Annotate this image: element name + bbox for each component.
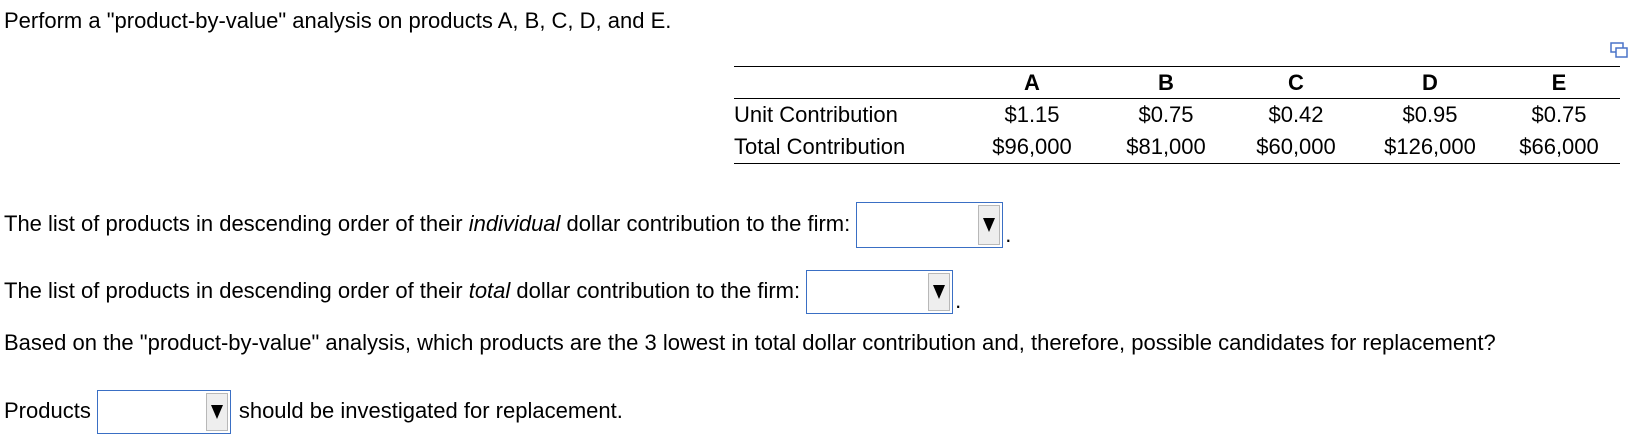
table-row-total-contribution: Total Contribution $96,000 $81,000 $60,0… bbox=[734, 131, 1620, 164]
table-header-row: A B C D E bbox=[734, 66, 1620, 99]
header-blank bbox=[734, 66, 962, 99]
contribution-table: A B C D E Unit Contribution $1.15 $0.75 … bbox=[734, 66, 1620, 164]
question-individual-contribution: The list of products in descending order… bbox=[4, 202, 1011, 248]
question-emphasis: individual bbox=[468, 210, 561, 236]
question-total-contribution: The list of products in descending order… bbox=[4, 270, 961, 314]
products-label: Products bbox=[4, 397, 91, 423]
total-order-dropdown[interactable] bbox=[806, 270, 954, 314]
replacement-suffix-text: should be investigated for replacement. bbox=[238, 397, 623, 423]
row-label: Unit Contribution bbox=[734, 102, 898, 127]
table-row-unit-contribution: Unit Contribution $1.15 $0.75 $0.42 $0.9… bbox=[734, 99, 1620, 132]
replacement-products-dropdown[interactable] bbox=[96, 390, 231, 434]
question-text: dollar contribution to the firm: bbox=[560, 210, 851, 236]
triangle-down-icon[interactable] bbox=[978, 205, 1001, 245]
instructions-text: Perform a "product-by-value" analysis on… bbox=[4, 8, 672, 33]
table-cell: $0.75 bbox=[1138, 102, 1194, 127]
period-text: . bbox=[1005, 222, 1012, 247]
question-emphasis: total bbox=[468, 277, 511, 303]
table-cell: $81,000 bbox=[1126, 134, 1206, 159]
table-cell: $60,000 bbox=[1256, 134, 1336, 159]
header-product-c: C bbox=[1230, 66, 1362, 99]
table-cell: $126,000 bbox=[1384, 134, 1476, 159]
table-cell: $1.15 bbox=[1004, 102, 1060, 127]
table-cell: $0.75 bbox=[1531, 102, 1587, 127]
row-label: Total Contribution bbox=[734, 134, 906, 159]
triangle-down-icon[interactable] bbox=[205, 393, 228, 431]
header-product-b: B bbox=[1102, 66, 1230, 99]
table-cell: $96,000 bbox=[992, 134, 1072, 159]
table-cell: $66,000 bbox=[1519, 134, 1599, 159]
table-cell: $0.95 bbox=[1402, 102, 1458, 127]
header-product-d: D bbox=[1362, 66, 1498, 99]
page: Perform a "product-by-value" analysis on… bbox=[0, 0, 1634, 446]
question-replacement: Based on the "product-by-value" analysis… bbox=[4, 330, 1496, 355]
header-product-e: E bbox=[1498, 66, 1620, 99]
period-text: . bbox=[955, 288, 962, 313]
header-product-a: A bbox=[962, 66, 1102, 99]
question-text: The list of products in descending order… bbox=[4, 210, 469, 236]
question-text: dollar contribution to the firm: bbox=[510, 277, 801, 303]
individual-order-dropdown[interactable] bbox=[856, 202, 1004, 248]
answer-replacement-line: Products should be investigated for repla… bbox=[4, 390, 623, 434]
triangle-down-icon[interactable] bbox=[928, 273, 951, 311]
copy-icon[interactable] bbox=[1610, 42, 1628, 58]
question-text: The list of products in descending order… bbox=[4, 277, 469, 303]
table-cell: $0.42 bbox=[1268, 102, 1324, 127]
